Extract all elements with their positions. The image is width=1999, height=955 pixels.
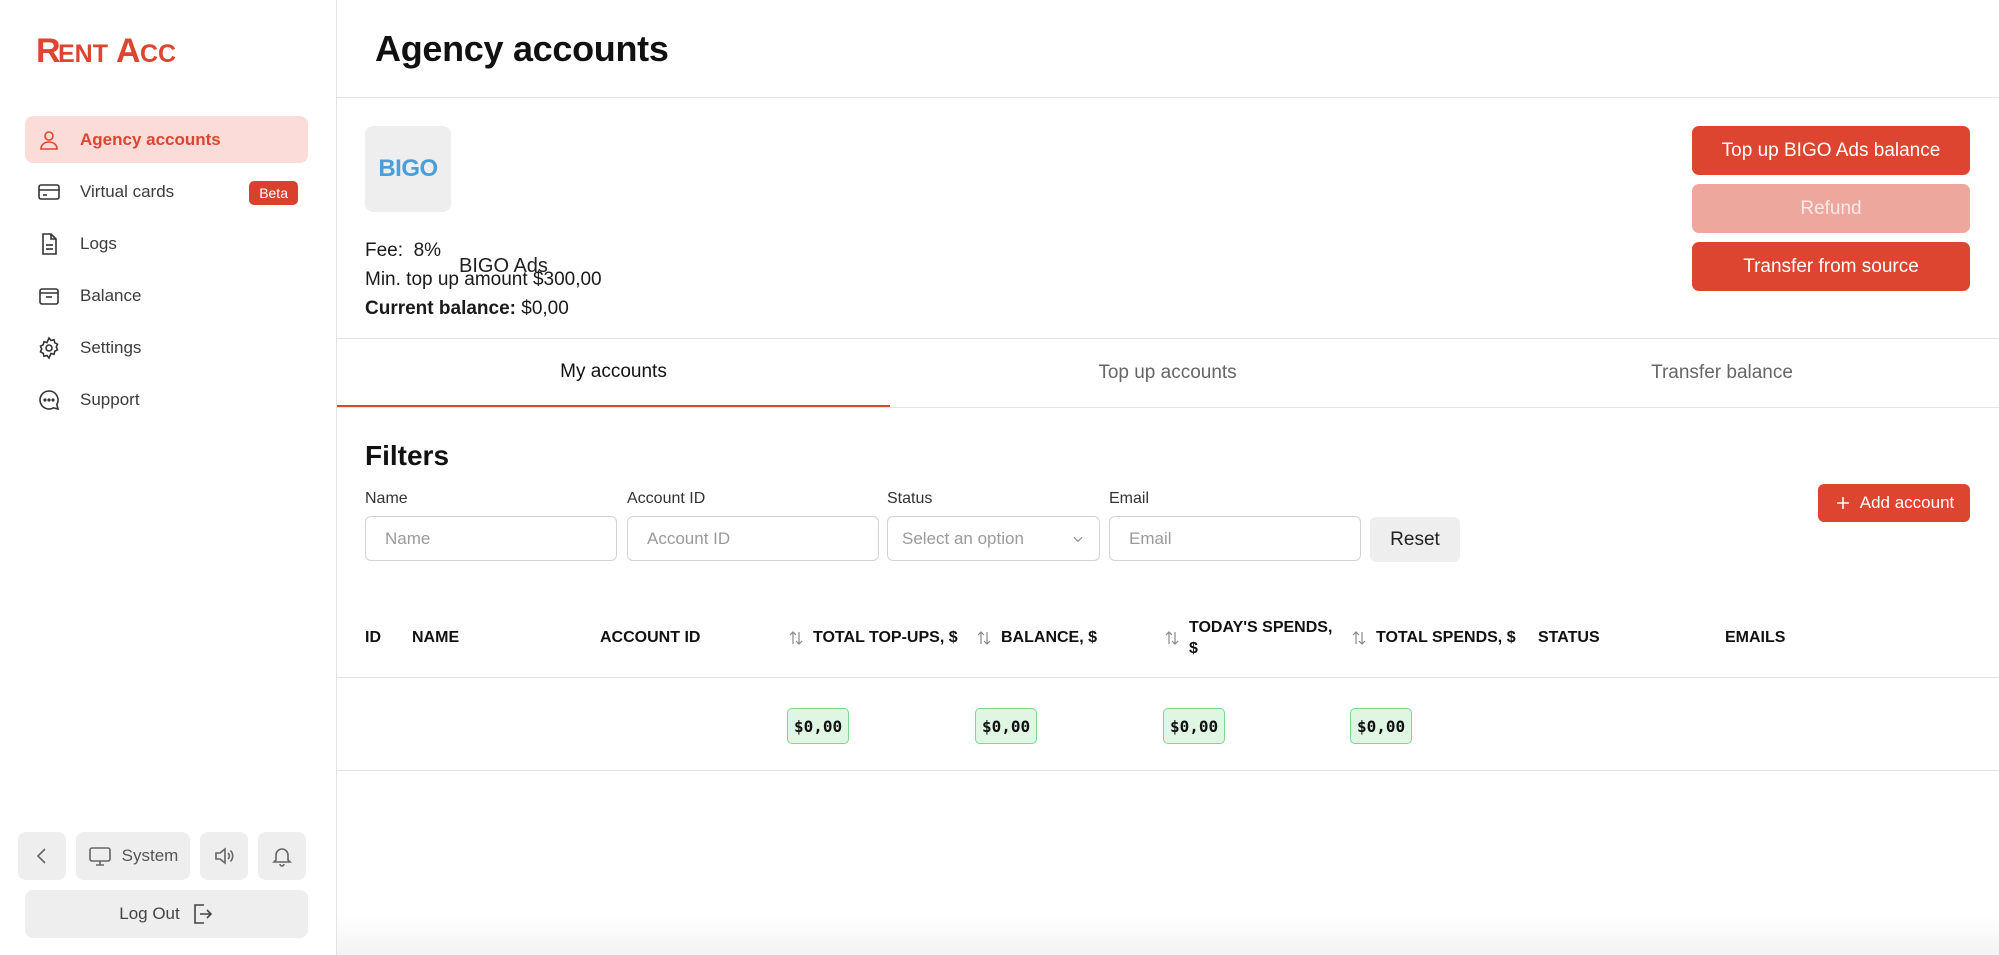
status-filter-label: Status (887, 490, 933, 507)
sort-icon (1165, 630, 1179, 645)
tab-transfer-balance[interactable]: Transfer balance (1445, 339, 1999, 407)
sidebar-item-settings[interactable]: Settings (25, 324, 308, 371)
logout-icon (193, 904, 212, 924)
page-title: Agency accounts (375, 27, 669, 69)
gear-icon (35, 334, 63, 362)
sidebar-item-logs[interactable]: Logs (25, 220, 308, 267)
beta-badge: Beta (249, 181, 298, 205)
logout-button[interactable]: Log Out (25, 890, 308, 938)
plus-icon (1836, 497, 1849, 509)
balance-total-value: $0,00 (975, 708, 1038, 744)
provider-info: Fee: 8% Min. top up amount $300,00 Curre… (365, 198, 602, 323)
col-balance[interactable]: BALANCE, $ (975, 597, 1097, 678)
col-total-spends[interactable]: TOTAL SPENDS, $ (1350, 597, 1516, 678)
reset-button[interactable]: Reset (1370, 517, 1460, 562)
min-topup-value: $300,00 (532, 269, 602, 290)
bottom-fade (337, 915, 1999, 955)
col-status[interactable]: STATUS (1538, 597, 1600, 678)
tab-top-up-accounts[interactable]: Top up accounts (890, 339, 1445, 407)
add-account-label: Add account (1859, 493, 1955, 512)
todays-spends-total-value: $0,00 (1163, 708, 1226, 744)
sidebar-item-label: Agency accounts (80, 129, 221, 149)
current-balance-value: $0,00 (521, 298, 569, 319)
sidebar-item-virtual-cards[interactable]: Virtual cards Beta (25, 168, 308, 215)
col-id[interactable]: ID (365, 597, 381, 678)
table-header: ID NAME ACCOUNT ID TOTAL TOP-UPS, $ BALA… (337, 597, 1999, 678)
wallet-icon (35, 282, 63, 310)
total-spends-value: $0,00 (1350, 708, 1413, 744)
rentacc-logo[interactable]: R ENT A CC (36, 32, 176, 68)
fee-label: Fee: (365, 240, 404, 261)
name-filter: Name Name (365, 490, 617, 561)
refund-button[interactable]: Refund (1692, 184, 1970, 233)
name-input[interactable]: Name (365, 516, 617, 561)
account-id-input[interactable]: Account ID (627, 516, 879, 561)
col-todays-spends[interactable]: TODAY'S SPENDS, $ (1163, 597, 1332, 678)
name-filter-label: Name (365, 490, 408, 507)
sidebar: R ENT A CC Agency accounts Virtual cards… (0, 0, 337, 955)
current-balance-label: Current balance: (365, 298, 516, 319)
provider-actions: Top up BIGO Ads balance Refund Transfer … (1692, 126, 1970, 300)
sidebar-item-label: Settings (80, 337, 142, 357)
svg-text:ENT: ENT (58, 40, 108, 68)
bell-icon (272, 848, 292, 867)
svg-text:A: A (116, 32, 141, 68)
collapse-sidebar-button[interactable] (18, 832, 66, 880)
sort-icon (977, 630, 991, 645)
add-account-button[interactable]: Add account (1818, 484, 1970, 522)
email-filter: Email Email (1109, 490, 1361, 561)
svg-text:R: R (36, 32, 60, 68)
status-filter: Status Select an option (887, 490, 1100, 561)
sidebar-item-label: Support (80, 389, 140, 409)
sidebar-controls: System (18, 832, 308, 880)
account-id-filter-label: Account ID (627, 490, 706, 507)
transfer-from-source-button[interactable]: Transfer from source (1692, 242, 1970, 291)
sound-button[interactable] (200, 832, 248, 880)
logout-label: Log Out (119, 904, 180, 923)
notifications-button[interactable] (258, 832, 306, 880)
speaker-icon (215, 847, 234, 865)
theme-button[interactable]: System (76, 832, 190, 880)
page-header: Agency accounts (337, 0, 1999, 98)
main-content: Agency accounts BIGO BIGO Ads Fee: 8% Mi… (337, 0, 1999, 955)
tabs: My accounts Top up accounts Transfer bal… (337, 339, 1999, 408)
sidebar-item-label: Logs (80, 233, 117, 253)
document-icon (35, 230, 63, 258)
sidebar-item-support[interactable]: Support (25, 376, 308, 423)
theme-label: System (121, 846, 179, 865)
min-topup-label: Min. top up amount (365, 269, 528, 290)
chat-icon (35, 386, 63, 414)
status-select[interactable]: Select an option (887, 516, 1100, 561)
filters-title: Filters (365, 440, 450, 471)
account-id-filter: Account ID Account ID (627, 490, 879, 561)
accounts-table: ID NAME ACCOUNT ID TOTAL TOP-UPS, $ BALA… (337, 597, 1999, 771)
sidebar-nav: Agency accounts Virtual cards Beta Logs … (25, 116, 308, 428)
monitor-icon (88, 847, 111, 866)
sidebar-item-balance[interactable]: Balance (25, 272, 308, 319)
sort-icon (789, 630, 803, 645)
col-name[interactable]: NAME (412, 597, 459, 678)
tab-my-accounts[interactable]: My accounts (337, 339, 890, 407)
topup-balance-button[interactable]: Top up BIGO Ads balance (1692, 126, 1970, 175)
filters-panel: Filters Name Name Account ID Account ID … (337, 408, 1999, 598)
email-input[interactable]: Email (1109, 516, 1361, 561)
sort-icon (1352, 630, 1366, 645)
col-emails[interactable]: EMAILS (1725, 597, 1785, 678)
fee-value: 8% (413, 240, 442, 261)
total-topups-value: $0,00 (787, 708, 850, 744)
chevron-down-icon (1073, 536, 1083, 542)
sidebar-item-label: Balance (80, 285, 142, 305)
sidebar-item-agency-accounts[interactable]: Agency accounts (25, 116, 308, 163)
status-select-value: Select an option (902, 528, 1024, 548)
col-account-id[interactable]: ACCOUNT ID (600, 597, 700, 678)
chevron-left-icon (36, 848, 46, 864)
provider-panel: BIGO BIGO Ads Fee: 8% Min. top up amount… (337, 98, 1999, 339)
user-icon (35, 126, 63, 154)
svg-text:CC: CC (140, 40, 176, 68)
col-total-topups[interactable]: TOTAL TOP-UPS, $ (787, 597, 958, 678)
sidebar-item-label: Virtual cards (80, 181, 175, 201)
email-filter-label: Email (1109, 490, 1150, 507)
credit-card-icon (35, 178, 63, 206)
